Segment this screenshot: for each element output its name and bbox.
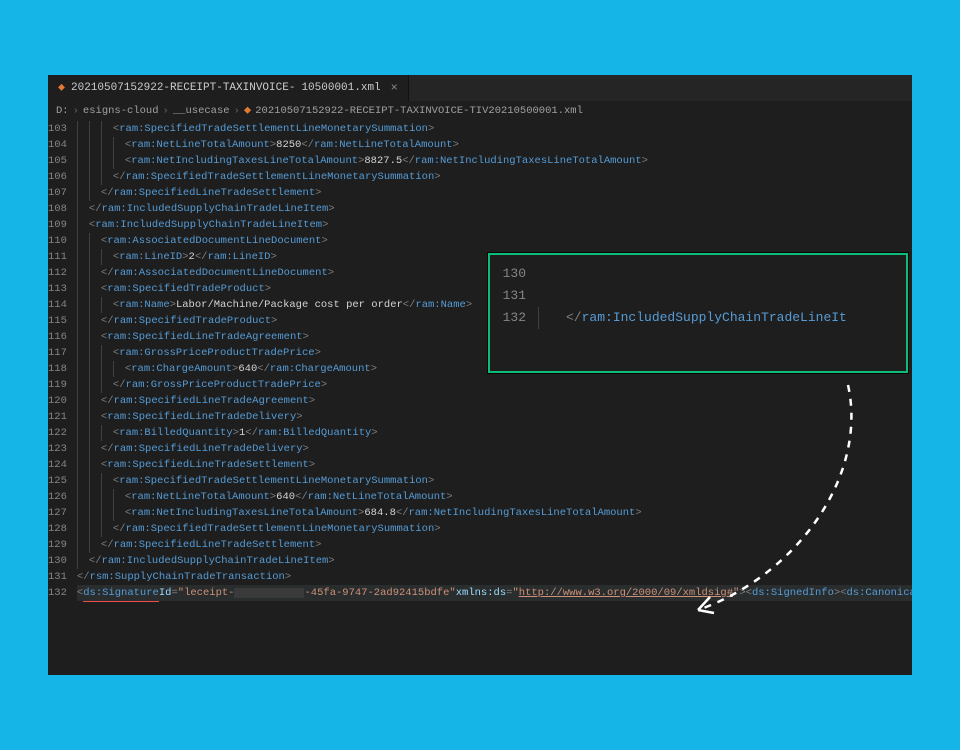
xml-file-icon: ⬥ xyxy=(58,82,65,94)
line-number: 131 xyxy=(48,569,67,585)
code-content[interactable]: <ram:SpecifiedTradeSettlementLineMonetar… xyxy=(77,121,912,675)
line-number: 108 xyxy=(48,201,67,217)
line-number-gutter: 1031041051061071081091101111121131141151… xyxy=(48,121,77,675)
xml-file-icon: ⬥ xyxy=(244,105,251,117)
close-icon[interactable]: × xyxy=(391,81,398,95)
line-number: 115 xyxy=(48,313,67,329)
code-line-highlighted[interactable]: <ds:Signature Id="leceipt--45fa-9747-2ad… xyxy=(77,585,912,601)
line-number: 112 xyxy=(48,265,67,281)
line-number: 128 xyxy=(48,521,67,537)
breadcrumb-separator: › xyxy=(163,105,169,117)
code-line[interactable]: <ram:BilledQuantity>1</ram:BilledQuantit… xyxy=(77,425,912,441)
code-line[interactable]: <ram:IncludedSupplyChainTradeLineItem> xyxy=(77,217,912,233)
breadcrumb-separator: › xyxy=(234,105,240,117)
breadcrumb-filename: 20210507152922-RECEIPT-TAXINVOICE-TIV202… xyxy=(255,105,583,117)
code-line[interactable]: <ram:NetIncludingTaxesLineTotalAmount>68… xyxy=(77,505,912,521)
line-number: 126 xyxy=(48,489,67,505)
line-number: 109 xyxy=(48,217,67,233)
line-number: 129 xyxy=(48,537,67,553)
line-number: 104 xyxy=(48,137,67,153)
breadcrumb-folder2: __usecase xyxy=(173,105,230,117)
line-number: 103 xyxy=(48,121,67,137)
code-line[interactable]: </ram:IncludedSupplyChainTradeLineItem> xyxy=(77,201,912,217)
redacted-block xyxy=(234,588,304,598)
code-line[interactable]: </ram:SpecifiedLineTradeSettlement> xyxy=(77,537,912,553)
code-line[interactable]: </ram:SpecifiedLineTradeSettlement> xyxy=(77,185,912,201)
line-number: 130 xyxy=(48,553,67,569)
breadcrumb-drive: D: xyxy=(56,105,69,117)
code-line[interactable]: </ram:SpecifiedLineTradeDelivery> xyxy=(77,441,912,457)
line-number: 105 xyxy=(48,153,67,169)
line-number: 116 xyxy=(48,329,67,345)
code-line[interactable]: <ram:NetLineTotalAmount>8250</ram:NetLin… xyxy=(77,137,912,153)
line-number: 106 xyxy=(48,169,67,185)
code-line[interactable]: <ram:NetLineTotalAmount>640</ram:NetLine… xyxy=(77,489,912,505)
code-line[interactable]: </rsm:SupplyChainTradeTransaction> xyxy=(77,569,912,585)
code-line[interactable]: <ram:AssociatedDocumentLineDocument> xyxy=(77,233,912,249)
callout-line-number: 132 xyxy=(490,307,526,329)
breadcrumb-separator: › xyxy=(73,105,79,117)
callout-gutter: 130 131 132 xyxy=(490,263,538,363)
tab-filename-part1: 20210507152922-RECEIPT-TAXINVOICE- xyxy=(71,82,295,94)
line-number: 118 xyxy=(48,361,67,377)
tab-filename-part2: 10500001.xml xyxy=(301,82,380,94)
line-number: 119 xyxy=(48,377,67,393)
tab-bar: ⬥ 20210507152922-RECEIPT-TAXINVOICE- 105… xyxy=(48,75,912,101)
line-number: 125 xyxy=(48,473,67,489)
zoom-callout: 130 131 132 </ram:IncludedSupplyChainTra… xyxy=(488,253,908,373)
line-number: 120 xyxy=(48,393,67,409)
line-number: 114 xyxy=(48,297,67,313)
code-area[interactable]: 1031041051061071081091101111121131141151… xyxy=(48,121,912,675)
code-line[interactable]: <ram:SpecifiedTradeSettlementLineMonetar… xyxy=(77,121,912,137)
line-number: 110 xyxy=(48,233,67,249)
code-line[interactable]: </ram:SpecifiedLineTradeAgreement> xyxy=(77,393,912,409)
code-line[interactable]: <ram:SpecifiedLineTradeDelivery> xyxy=(77,409,912,425)
callout-line-number: 131 xyxy=(490,285,526,307)
line-number: 123 xyxy=(48,441,67,457)
callout-line-130: </ram:IncludedSupplyChainTradeLineIt xyxy=(538,307,906,329)
line-number: 127 xyxy=(48,505,67,521)
code-line[interactable]: </ram:SpecifiedTradeSettlementLineMoneta… xyxy=(77,521,912,537)
line-number: 113 xyxy=(48,281,67,297)
breadcrumb-folder1: esigns-cloud xyxy=(83,105,159,117)
editor-window: ⬥ 20210507152922-RECEIPT-TAXINVOICE- 105… xyxy=(48,75,912,675)
line-number: 121 xyxy=(48,409,67,425)
line-number: 117 xyxy=(48,345,67,361)
code-line[interactable]: </ram:GrossPriceProductTradePrice> xyxy=(77,377,912,393)
code-line[interactable]: <ram:SpecifiedLineTradeSettlement> xyxy=(77,457,912,473)
code-line[interactable]: <ram:NetIncludingTaxesLineTotalAmount>88… xyxy=(77,153,912,169)
callout-line-number: 130 xyxy=(490,263,526,285)
file-tab[interactable]: ⬥ 20210507152922-RECEIPT-TAXINVOICE- 105… xyxy=(48,75,409,101)
code-line[interactable]: <ram:SpecifiedTradeSettlementLineMonetar… xyxy=(77,473,912,489)
line-number: 107 xyxy=(48,185,67,201)
code-line[interactable]: </ram:SpecifiedTradeSettlementLineMoneta… xyxy=(77,169,912,185)
line-number: 122 xyxy=(48,425,67,441)
line-number: 111 xyxy=(48,249,67,265)
breadcrumb[interactable]: D: › esigns-cloud › __usecase › ⬥ 202105… xyxy=(48,101,912,121)
callout-code: </ram:IncludedSupplyChainTradeLineIt </r… xyxy=(538,263,906,363)
line-number: 124 xyxy=(48,457,67,473)
line-number: 132 xyxy=(48,585,67,601)
code-line[interactable]: </ram:IncludedSupplyChainTradeLineItem> xyxy=(77,553,912,569)
